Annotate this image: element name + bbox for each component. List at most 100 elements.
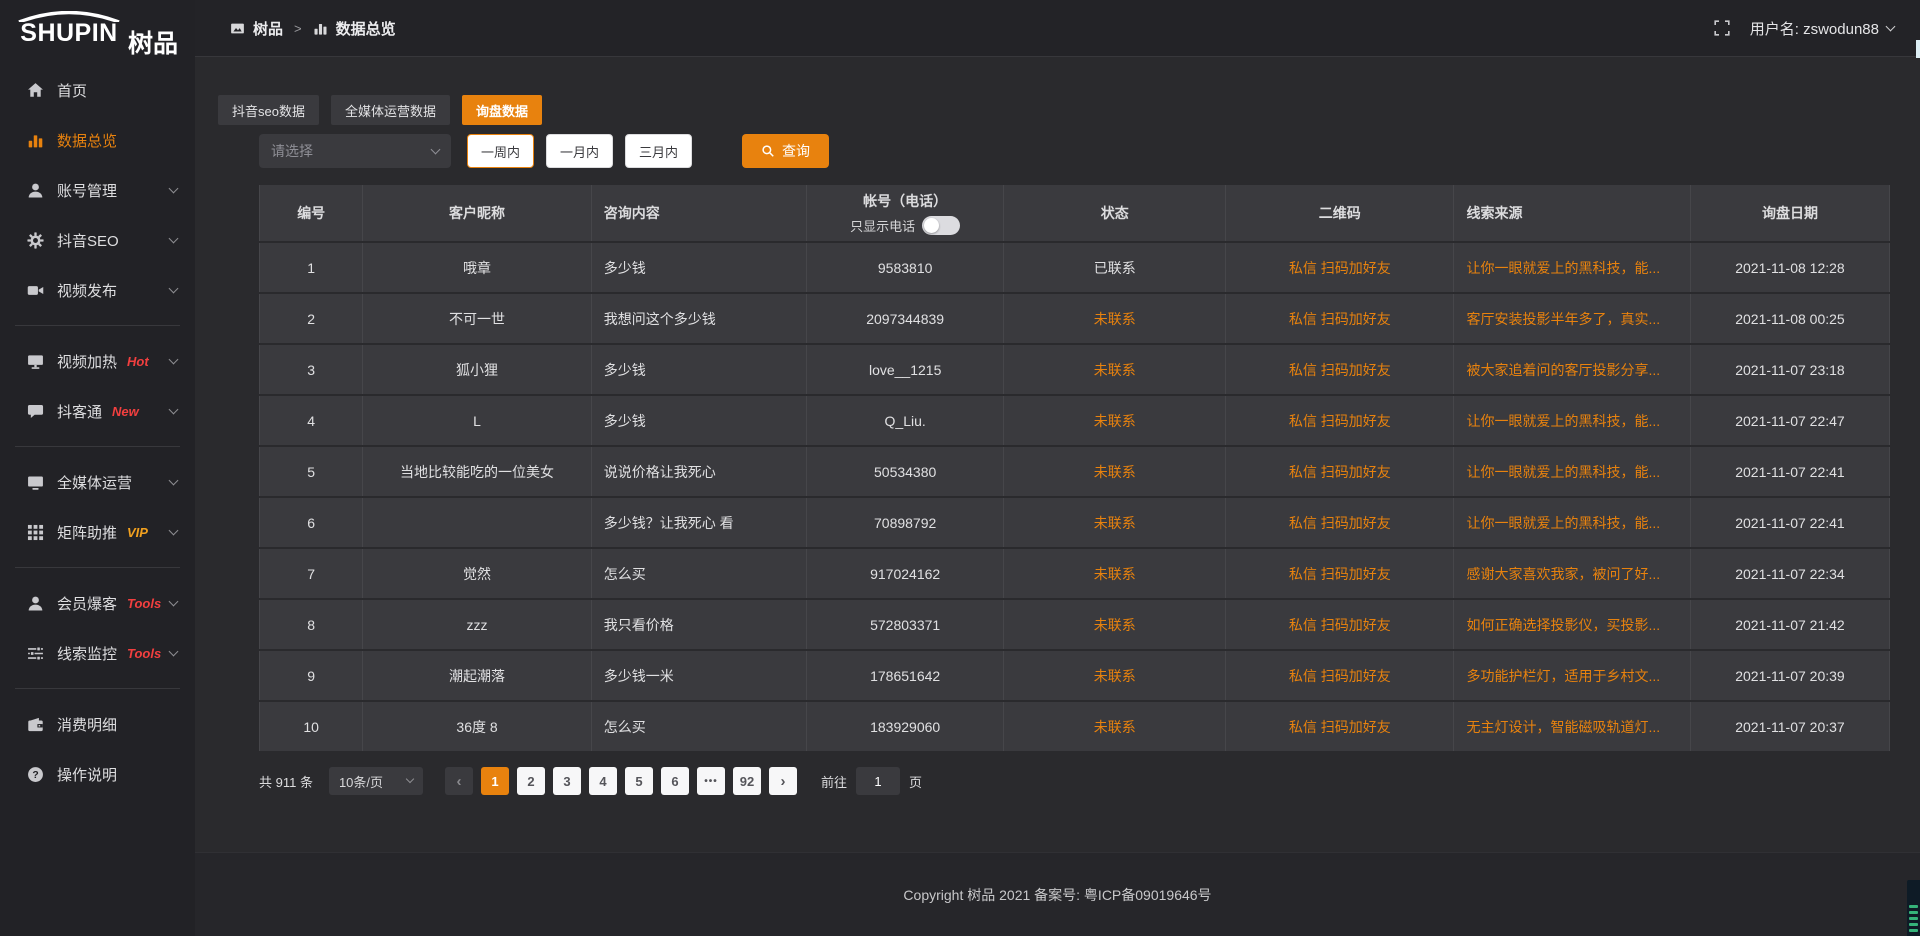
sidebar-item-data-overview[interactable]: 数据总览 <box>0 115 195 165</box>
qrcode-link[interactable]: 私信 扫码加好友 <box>1289 515 1391 531</box>
cell-qrcode: 私信 扫码加好友 <box>1226 498 1454 547</box>
breadcrumb-item[interactable]: 数据总览 <box>313 18 396 39</box>
page-next-button[interactable]: › <box>769 767 797 795</box>
qrcode-link[interactable]: 私信 扫码加好友 <box>1289 464 1391 480</box>
table-row: 9潮起潮落多少钱一米178651642未联系私信 扫码加好友多功能护栏灯，适用于… <box>259 651 1890 700</box>
source-link[interactable]: 让你一眼就爱上的黑科技，能... <box>1466 515 1660 531</box>
page-button-2[interactable]: 2 <box>517 767 545 795</box>
user-menu[interactable]: 用户名: zswodun88 <box>1750 18 1894 39</box>
qrcode-link[interactable]: 私信 扫码加好友 <box>1289 566 1391 582</box>
qrcode-link[interactable]: 私信 扫码加好友 <box>1289 413 1391 429</box>
status-badge: 未联系 <box>1094 566 1136 582</box>
qrcode-link[interactable]: 私信 扫码加好友 <box>1289 260 1391 276</box>
page-button-1[interactable]: 1 <box>481 767 509 795</box>
sidebar-item-operation-guide[interactable]: ?操作说明 <box>0 749 195 799</box>
qrcode-link[interactable]: 私信 扫码加好友 <box>1289 668 1391 684</box>
sidebar-item-label: 抖音SEO <box>57 230 119 251</box>
tab-media-operation-data[interactable]: 全媒体运营数据 <box>331 95 450 125</box>
sidebar-item-video-heating[interactable]: 视频加热Hot <box>0 336 195 386</box>
goto-unit-label: 页 <box>909 772 922 791</box>
cell-status: 已联系 <box>1004 243 1226 292</box>
cell-content: 多少钱 <box>592 345 807 394</box>
col-content: 咨询内容 <box>592 185 807 241</box>
cell-status: 未联系 <box>1004 702 1226 751</box>
page-size-select[interactable]: 10条/页 <box>329 767 423 795</box>
cell-account: Q_Liu. <box>807 396 1004 445</box>
page-button-5[interactable]: 5 <box>625 767 653 795</box>
chevron-down-icon <box>170 289 177 292</box>
source-link[interactable]: 感谢大家喜欢我家，被问了好... <box>1466 566 1660 582</box>
period-button-3[interactable]: 三月内 <box>625 134 692 168</box>
sidebar-item-matrix-boost[interactable]: 矩阵助推VIP <box>0 507 195 557</box>
search-icon <box>761 144 775 158</box>
cell-status: 未联系 <box>1004 345 1226 394</box>
tab-inquiry-data[interactable]: 询盘数据 <box>462 95 542 125</box>
cell-source: 让你一眼就爱上的黑科技，能... <box>1454 243 1690 292</box>
cell-content: 怎么买 <box>592 702 807 751</box>
page-size-label: 10条/页 <box>339 772 383 791</box>
source-link[interactable]: 被大家追着问的客厅投影分享... <box>1466 362 1660 378</box>
menu-divider <box>15 446 180 447</box>
period-button-1[interactable]: 一周内 <box>467 134 534 168</box>
cell-content: 说说价格让我死心 <box>592 447 807 496</box>
cell-status: 未联系 <box>1004 600 1226 649</box>
source-link[interactable]: 让你一眼就爱上的黑科技，能... <box>1466 260 1660 276</box>
cell-nickname: L <box>363 396 591 445</box>
qrcode-link[interactable]: 私信 扫码加好友 <box>1289 311 1391 327</box>
tab-douyin-seo-data[interactable]: 抖音seo数据 <box>218 95 319 125</box>
cell-source: 如何正确选择投影仪，买投影... <box>1454 600 1690 649</box>
qrcode-link[interactable]: 私信 扫码加好友 <box>1289 617 1391 633</box>
phone-only-toggle[interactable] <box>922 216 960 235</box>
qrcode-link[interactable]: 私信 扫码加好友 <box>1289 362 1391 378</box>
sidebar-item-video-publish[interactable]: 视频发布 <box>0 265 195 315</box>
col-date: 询盘日期 <box>1691 185 1890 241</box>
question-icon: ? <box>27 766 44 783</box>
goto-page-input[interactable] <box>856 767 900 795</box>
sidebar-item-lead-monitor[interactable]: 线索监控Tools <box>0 628 195 678</box>
query-button[interactable]: 查询 <box>742 134 829 168</box>
source-link[interactable]: 让你一眼就爱上的黑科技，能... <box>1466 464 1660 480</box>
page-prev-button[interactable]: ‹ <box>445 767 473 795</box>
sidebar-item-douyin-seo[interactable]: 抖音SEO <box>0 215 195 265</box>
page-button-92[interactable]: 92 <box>733 767 761 795</box>
sidebar-item-douketong[interactable]: 抖客通New <box>0 386 195 436</box>
sliders-icon <box>27 645 44 662</box>
cell-status: 未联系 <box>1004 498 1226 547</box>
source-link[interactable]: 客厅安装投影半年多了，真实... <box>1466 311 1660 327</box>
sidebar-item-label: 数据总览 <box>57 130 117 151</box>
corner-widget[interactable] <box>1907 880 1920 936</box>
source-link[interactable]: 多功能护栏灯，适用于乡村文... <box>1466 668 1660 684</box>
source-link[interactable]: 无主灯设计，智能磁吸轨道灯... <box>1466 719 1660 735</box>
page-button-6[interactable]: 6 <box>661 767 689 795</box>
chevron-down-icon <box>170 481 177 484</box>
cell-account: 917024162 <box>807 549 1004 598</box>
sidebar-item-label: 抖客通 <box>57 401 102 422</box>
sidebar-item-consumption-detail[interactable]: 消费明细 <box>0 699 195 749</box>
fullscreen-icon[interactable] <box>1714 20 1730 36</box>
sidebar-item-home[interactable]: 首页 <box>0 65 195 115</box>
sidebar-item-label: 全媒体运营 <box>57 472 132 493</box>
sidebar-item-account-management[interactable]: 账号管理 <box>0 165 195 215</box>
sidebar-item-badge: VIP <box>127 525 148 540</box>
sidebar-item-media-operation[interactable]: 全媒体运营 <box>0 457 195 507</box>
page-button-3[interactable]: 3 <box>553 767 581 795</box>
page-ellipsis[interactable]: ••• <box>697 767 725 795</box>
cell-status: 未联系 <box>1004 294 1226 343</box>
source-link[interactable]: 让你一眼就爱上的黑科技，能... <box>1466 413 1660 429</box>
account-column-label: 帐号（电话） <box>807 191 1003 211</box>
page-button-4[interactable]: 4 <box>589 767 617 795</box>
cell-account: 183929060 <box>807 702 1004 751</box>
source-link[interactable]: 如何正确选择投影仪，买投影... <box>1466 617 1660 633</box>
cell-id: 1 <box>259 243 363 292</box>
filter-select[interactable]: 请选择 <box>259 134 451 168</box>
table-row: 7觉然怎么买917024162未联系私信 扫码加好友感谢大家喜欢我家，被问了好.… <box>259 549 1890 598</box>
chevron-down-icon <box>170 410 177 413</box>
sidebar-item-member-promo[interactable]: 会员爆客Tools <box>0 578 195 628</box>
cell-content: 多少钱一米 <box>592 651 807 700</box>
breadcrumb-item[interactable]: 树品 <box>230 18 283 39</box>
cell-account: 178651642 <box>807 651 1004 700</box>
cell-qrcode: 私信 扫码加好友 <box>1226 702 1454 751</box>
qrcode-link[interactable]: 私信 扫码加好友 <box>1289 719 1391 735</box>
period-button-2[interactable]: 一月内 <box>546 134 613 168</box>
cell-content: 我想问这个多少钱 <box>592 294 807 343</box>
